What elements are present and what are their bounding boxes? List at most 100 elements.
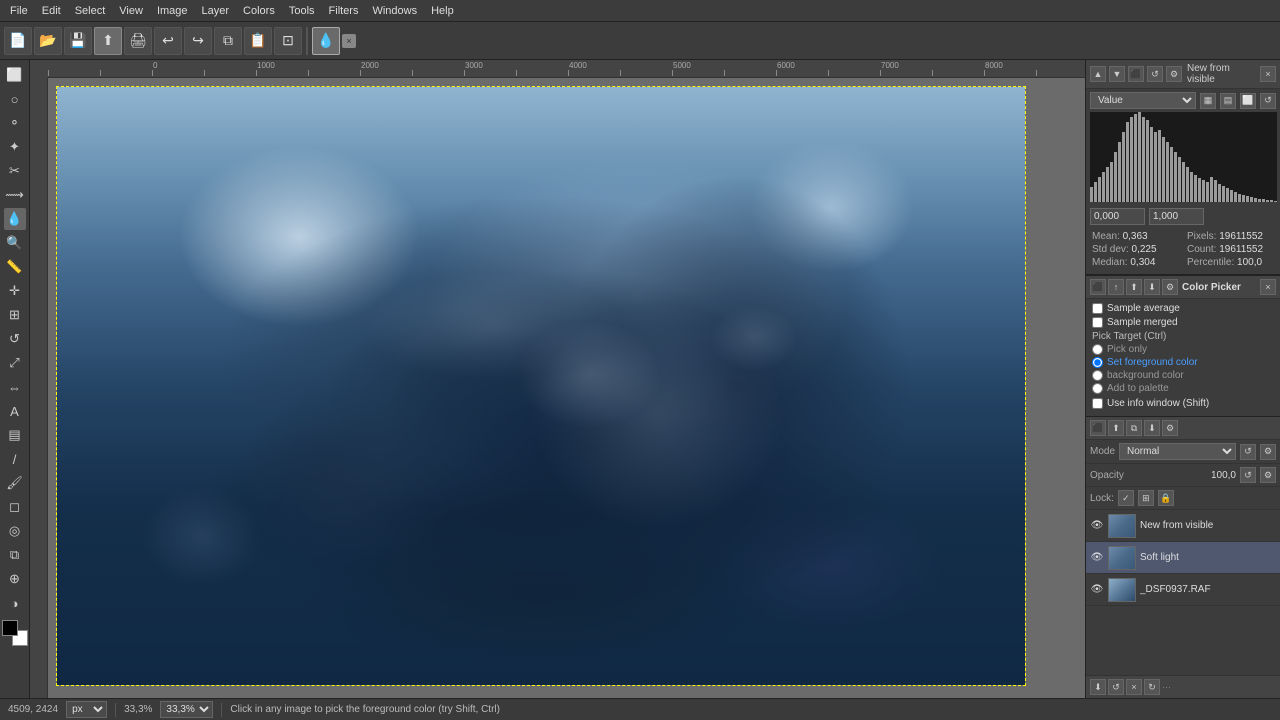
tool-zoom[interactable]: 🔍	[4, 232, 26, 254]
tool-zoom-fit[interactable]: ⊡	[274, 27, 302, 55]
layers-btn-5[interactable]: ⚙	[1162, 420, 1178, 436]
set-foreground-radio[interactable]	[1092, 357, 1103, 368]
add-to-palette-radio[interactable]	[1092, 383, 1103, 394]
tool-color-picker-toolbox[interactable]: 💧	[4, 208, 26, 230]
tool-dodge-burn[interactable]: ◑	[4, 592, 26, 614]
unit-select[interactable]: px in mm	[66, 701, 107, 718]
tool-fuzzy-select[interactable]: ✦	[4, 136, 26, 158]
layer-item-soft-light[interactable]: 👁 Soft light	[1086, 542, 1280, 574]
layers-bottom-btn-4[interactable]: ↻	[1144, 679, 1160, 695]
set-background-radio[interactable]	[1092, 370, 1103, 381]
pick-only-radio[interactable]	[1092, 344, 1103, 355]
menu-edit[interactable]: Edit	[36, 3, 67, 19]
tool-blend[interactable]: ▤	[4, 424, 26, 446]
use-info-window-checkbox[interactable]	[1092, 398, 1103, 409]
canvas-image[interactable]	[56, 86, 1026, 686]
tool-color-picker-active[interactable]: 💧	[312, 27, 340, 55]
tool-eraser[interactable]: ◻	[4, 496, 26, 518]
tool-ellipse-select[interactable]: ○	[4, 88, 26, 110]
hist-btn-2[interactable]: ▼	[1109, 66, 1125, 82]
menu-tools[interactable]: Tools	[283, 3, 321, 19]
tool-text[interactable]: A	[4, 400, 26, 422]
menu-windows[interactable]: Windows	[366, 3, 423, 19]
lock-all-btn[interactable]: 🔒	[1158, 490, 1174, 506]
layers-btn-4[interactable]: ⬇	[1144, 420, 1160, 436]
menu-file[interactable]: File	[4, 3, 34, 19]
foreground-color-swatch[interactable]	[2, 620, 18, 636]
tool-redo[interactable]: ↪	[184, 27, 212, 55]
canvas-area[interactable]: 010002000300040005000600070008000	[30, 60, 1085, 698]
mode-btn-1[interactable]: ↺	[1240, 444, 1256, 460]
lock-pixels-btn[interactable]: ✓	[1118, 490, 1134, 506]
hist-btn-1[interactable]: ▲	[1090, 66, 1106, 82]
tool-rotate[interactable]: ↺	[4, 328, 26, 350]
mode-btn-2[interactable]: ⚙	[1260, 444, 1276, 460]
tool-close[interactable]: ×	[342, 34, 356, 48]
sample-merged-checkbox[interactable]	[1092, 317, 1103, 328]
hist-btn-5[interactable]: ⚙	[1166, 66, 1182, 82]
tool-export[interactable]: ⬆	[94, 27, 122, 55]
menu-filters[interactable]: Filters	[323, 3, 365, 19]
layers-bottom-btn-1[interactable]: ⬇	[1090, 679, 1106, 695]
hist-view-log[interactable]: ▤	[1220, 93, 1236, 109]
channel-select[interactable]: Value Red Green Blue Alpha	[1090, 92, 1196, 109]
tool-new[interactable]: 📄	[4, 27, 32, 55]
layers-bottom-btn-3[interactable]: ×	[1126, 679, 1142, 695]
menu-colors[interactable]: Colors	[237, 3, 281, 19]
hist-close[interactable]: ×	[1260, 66, 1276, 82]
cp-close[interactable]: ×	[1260, 279, 1276, 295]
layers-btn-3[interactable]: ⧉	[1126, 420, 1142, 436]
layer-item-new-from-visible[interactable]: 👁 New from visible	[1086, 510, 1280, 542]
hist-btn-3[interactable]: ⬛	[1128, 66, 1144, 82]
tool-paths[interactable]: ⟿	[4, 184, 26, 206]
opacity-btn-2[interactable]: ⚙	[1260, 467, 1276, 483]
fg-bg-colors[interactable]	[2, 620, 28, 646]
tool-print[interactable]: 🖨	[124, 27, 152, 55]
tool-open[interactable]: 📂	[34, 27, 62, 55]
tool-airbrush[interactable]: ◎	[4, 520, 26, 542]
histogram-min-input[interactable]	[1090, 208, 1145, 225]
tool-paste[interactable]: 📋	[244, 27, 272, 55]
tool-save[interactable]: 💾	[64, 27, 92, 55]
hist-refresh[interactable]: ↺	[1260, 93, 1276, 109]
tool-flip[interactable]: ⇔	[4, 376, 26, 398]
layer-item-raf[interactable]: 👁 _DSF0937.RAF	[1086, 574, 1280, 606]
tool-free-select[interactable]: ⚬	[4, 112, 26, 134]
tool-copy[interactable]: ⧉	[214, 27, 242, 55]
tool-scale[interactable]: ⤢	[4, 352, 26, 374]
menu-help[interactable]: Help	[425, 3, 460, 19]
layers-bottom-btn-2[interactable]: ↺	[1108, 679, 1124, 695]
menu-layer[interactable]: Layer	[196, 3, 236, 19]
tool-paintbrush[interactable]: 🖌	[4, 472, 26, 494]
tool-move[interactable]: ✛	[4, 280, 26, 302]
tool-scissors[interactable]: ✂	[4, 160, 26, 182]
cp-btn-5[interactable]: ⚙	[1162, 279, 1178, 295]
layers-btn-1[interactable]: ⬛	[1090, 420, 1106, 436]
cp-btn-3[interactable]: ⬆	[1126, 279, 1142, 295]
histogram-max-input[interactable]	[1149, 208, 1204, 225]
menu-select[interactable]: Select	[69, 3, 112, 19]
hist-btn-4[interactable]: ↺	[1147, 66, 1163, 82]
layer-visibility-new-from-visible[interactable]: 👁	[1090, 519, 1104, 533]
tool-measure[interactable]: 📏	[4, 256, 26, 278]
tool-clone[interactable]: ⧉	[4, 544, 26, 566]
tool-pencil[interactable]: /	[4, 448, 26, 470]
cp-btn-4[interactable]: ⬇	[1144, 279, 1160, 295]
tool-undo[interactable]: ↩	[154, 27, 182, 55]
tool-rectangle-select[interactable]: ⬜	[4, 64, 26, 86]
mode-select[interactable]: Normal Dissolve Multiply Screen Soft lig…	[1119, 443, 1236, 460]
hist-view-linear[interactable]: ▦	[1200, 93, 1216, 109]
zoom-select[interactable]: 33,3% 25% 50% 100%	[160, 701, 213, 718]
opacity-btn-1[interactable]: ↺	[1240, 467, 1256, 483]
layer-visibility-soft-light[interactable]: 👁	[1090, 551, 1104, 565]
tool-heal[interactable]: ⊕	[4, 568, 26, 590]
cp-btn-1[interactable]: ⬛	[1090, 279, 1106, 295]
cp-btn-2[interactable]: ↑	[1108, 279, 1124, 295]
canvas-wrapper[interactable]	[48, 78, 1085, 698]
sample-average-checkbox[interactable]	[1092, 303, 1103, 314]
menu-image[interactable]: Image	[151, 3, 194, 19]
hist-view-all[interactable]: ⬜	[1240, 93, 1256, 109]
lock-position-btn[interactable]: ⊞	[1138, 490, 1154, 506]
tool-align[interactable]: ⊞	[4, 304, 26, 326]
layer-visibility-raf[interactable]: 👁	[1090, 583, 1104, 597]
